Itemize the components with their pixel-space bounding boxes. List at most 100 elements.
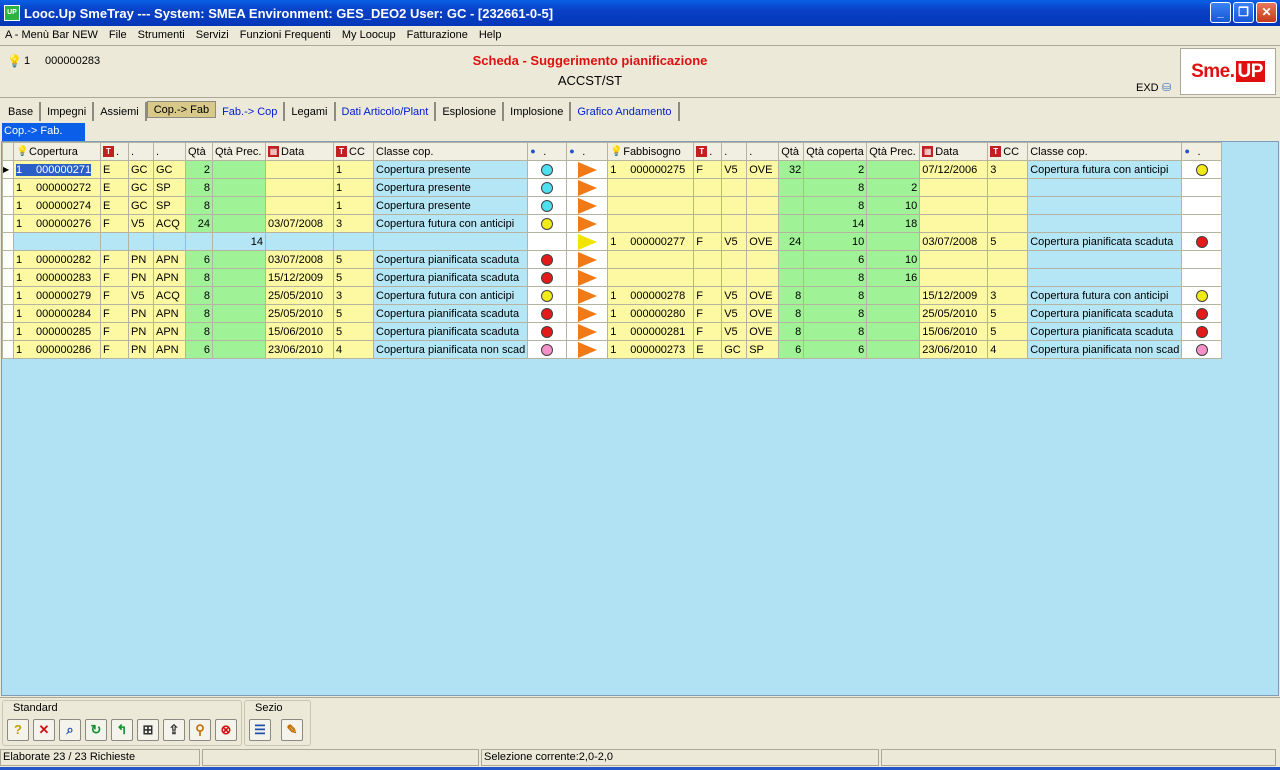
row-selector[interactable]: [2, 178, 14, 197]
cell-fstatus[interactable]: [1181, 178, 1223, 197]
cell-fabbisogno[interactable]: 1 000000280: [607, 304, 695, 323]
cell-fqta[interactable]: [778, 214, 805, 233]
cell-a[interactable]: GC: [128, 160, 154, 179]
cell-fclasse[interactable]: [1027, 178, 1183, 197]
cell-b[interactable]: APN: [153, 250, 186, 269]
cell-status[interactable]: [527, 196, 568, 215]
cell-fabbisogno[interactable]: 1 000000278: [607, 286, 695, 305]
cell-fqta-prec[interactable]: 10: [866, 250, 921, 269]
cell-qta-coperta[interactable]: 6: [803, 250, 868, 269]
cell-qta-coperta[interactable]: 8: [803, 304, 868, 323]
cell-tipo[interactable]: F: [100, 322, 129, 341]
cell-copertura[interactable]: 1 000000284: [13, 304, 101, 323]
cell-fb[interactable]: SP: [746, 340, 780, 359]
cell-classe[interactable]: Copertura presente: [372, 196, 529, 215]
cell-fb[interactable]: OVE: [746, 322, 780, 341]
cell-arrow[interactable]: [566, 214, 609, 233]
cell-fstatus[interactable]: [1181, 322, 1223, 341]
cell-fdata[interactable]: [919, 214, 989, 233]
cell-ftipo[interactable]: [693, 196, 723, 215]
cell-fa[interactable]: V5: [721, 286, 748, 305]
cell-b[interactable]: [153, 232, 186, 251]
menu-item-help[interactable]: Help: [479, 29, 502, 41]
cell-data[interactable]: 03/07/2008: [265, 214, 334, 233]
cell-fabbisogno[interactable]: [607, 214, 695, 233]
cell-copertura[interactable]: [13, 232, 101, 251]
tab-base[interactable]: Base: [2, 102, 42, 121]
cell-copertura[interactable]: 1 000000282: [13, 250, 101, 269]
back-icon[interactable]: ↰: [111, 719, 133, 741]
cell-fstatus[interactable]: [1181, 250, 1223, 269]
cell-classe[interactable]: Copertura pianificata non scad: [372, 340, 529, 359]
cell-classe[interactable]: [372, 232, 529, 251]
cell-fqta[interactable]: [778, 268, 805, 287]
cell-fclasse[interactable]: Copertura futura con anticipi: [1027, 286, 1183, 305]
menu-item-my-loocup[interactable]: My Loocup: [342, 29, 396, 41]
cell-qta[interactable]: 8: [185, 304, 213, 323]
tab-fab-cop[interactable]: Fab.-> Cop: [216, 102, 286, 121]
cell-ftipo[interactable]: F: [693, 286, 723, 305]
cell-cc[interactable]: 1: [333, 160, 374, 179]
cell-data[interactable]: 25/05/2010: [265, 286, 334, 305]
cell-b[interactable]: ACQ: [153, 286, 186, 305]
cell-cc[interactable]: 5: [333, 322, 374, 341]
cell-copertura[interactable]: 1 000000271: [13, 160, 101, 179]
cell-fdata[interactable]: 07/12/2006: [919, 160, 989, 179]
cell-classe[interactable]: Copertura pianificata scaduta: [372, 322, 529, 341]
cell-status[interactable]: [527, 214, 568, 233]
cell-classe[interactable]: Copertura futura con anticipi: [372, 214, 529, 233]
cell-cc[interactable]: 1: [333, 178, 374, 197]
cell-data[interactable]: 15/06/2010: [265, 322, 334, 341]
cell-data[interactable]: [265, 196, 334, 215]
cell-fcc[interactable]: [987, 196, 1029, 215]
cell-fb[interactable]: OVE: [746, 232, 780, 251]
cell-fcc[interactable]: 4: [987, 340, 1029, 359]
cell-arrow[interactable]: [566, 304, 609, 323]
table-row[interactable]: 1 000000274 E GC SP 8 1 Copertura presente 8 10: [2, 196, 1223, 215]
cell-fstatus[interactable]: [1181, 232, 1223, 251]
cell-tipo[interactable]: F: [100, 304, 129, 323]
cell-a[interactable]: PN: [128, 340, 154, 359]
cell-copertura[interactable]: 1 000000279: [13, 286, 101, 305]
cell-status[interactable]: [527, 178, 568, 197]
close-icon[interactable]: ✕: [33, 719, 55, 741]
cell-fcc[interactable]: [987, 178, 1029, 197]
cell-fb[interactable]: [746, 250, 780, 269]
cell-ftipo[interactable]: [693, 214, 723, 233]
cell-copertura[interactable]: 1 000000272: [13, 178, 101, 197]
data-grid[interactable]: 💡Copertura T. . . Qtà Qtà Prec. ▦ Data TC…: [1, 141, 1279, 696]
cell-copertura[interactable]: 1 000000286: [13, 340, 101, 359]
cell-qta-prec[interactable]: [212, 196, 266, 215]
cell-data[interactable]: 25/05/2010: [265, 304, 334, 323]
cell-fqta[interactable]: 8: [778, 322, 805, 341]
cell-fa[interactable]: [721, 196, 748, 215]
cell-data[interactable]: [265, 232, 334, 251]
close-window-button[interactable]: ✕: [1256, 2, 1277, 23]
table-row[interactable]: ▶ 1 000000271 E GC GC 2 1 Copertura presente 1 000…: [2, 160, 1223, 179]
cell-fcc[interactable]: [987, 250, 1029, 269]
cell-b[interactable]: APN: [153, 304, 186, 323]
cell-qta-prec[interactable]: [212, 178, 266, 197]
cell-qta-prec[interactable]: [212, 160, 266, 179]
col-header-copertura[interactable]: 💡Copertura: [13, 142, 101, 161]
cell-fabbisogno[interactable]: 1 000000277: [607, 232, 695, 251]
cell-fabbisogno[interactable]: 1 000000275: [607, 160, 695, 179]
col-header-classe-cop[interactable]: Classe cop.: [372, 142, 529, 161]
cell-classe[interactable]: Copertura presente: [372, 160, 529, 179]
cell-fclasse[interactable]: Copertura pianificata scaduta: [1027, 322, 1183, 341]
cell-tipo[interactable]: E: [100, 160, 129, 179]
row-selector[interactable]: [2, 340, 14, 359]
cell-fqta-prec[interactable]: 16: [866, 268, 921, 287]
cell-status[interactable]: [527, 340, 568, 359]
cell-fqta-prec[interactable]: [866, 340, 921, 359]
cell-arrow[interactable]: [566, 286, 609, 305]
cell-fcc[interactable]: [987, 268, 1029, 287]
cell-b[interactable]: GC: [153, 160, 186, 179]
cell-classe[interactable]: Copertura pianificata scaduta: [372, 268, 529, 287]
cell-classe[interactable]: Copertura presente: [372, 178, 529, 197]
menu-item-funzioni-frequenti[interactable]: Funzioni Frequenti: [240, 29, 331, 41]
cell-b[interactable]: SP: [153, 178, 186, 197]
cell-fclasse[interactable]: [1027, 268, 1183, 287]
cell-fabbisogno[interactable]: [607, 250, 695, 269]
cell-qta[interactable]: 6: [185, 250, 213, 269]
